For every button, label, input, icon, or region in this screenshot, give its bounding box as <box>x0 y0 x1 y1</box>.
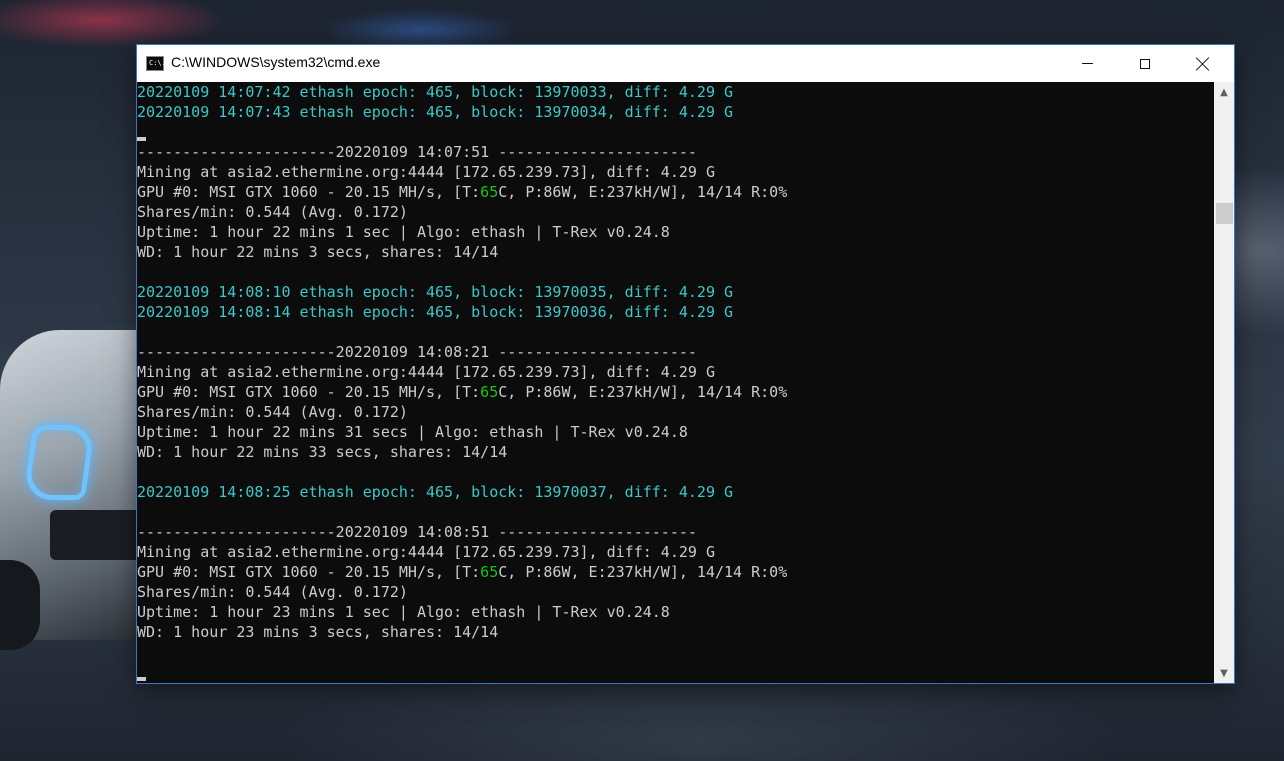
gpu-temperature: 65 <box>480 383 499 401</box>
scroll-up-icon[interactable]: ▲ <box>1214 82 1234 102</box>
gpu-status-prefix: GPU #0: MSI GTX 1060 - 20.15 MH/s, [T: <box>137 563 481 581</box>
job-line: 20220109 14:08:10 ethash epoch: 465, blo… <box>137 283 734 301</box>
scroll-thumb[interactable] <box>1216 203 1233 224</box>
cmd-icon: C:\. <box>146 56 166 71</box>
watchdog-line: WD: 1 hour 22 mins 33 secs, shares: 14/1… <box>137 443 508 461</box>
report-separator: ----------------------20220109 14:08:21 … <box>137 343 697 361</box>
console-output[interactable]: 20220109 14:07:42 ethash epoch: 465, blo… <box>137 82 1214 683</box>
report-separator: ----------------------20220109 14:08:51 … <box>137 523 697 541</box>
report-separator: ----------------------20220109 14:07:51 … <box>137 143 697 161</box>
wallpaper-car-headlight <box>22 425 96 500</box>
shares-line: Shares/min: 0.544 (Avg. 0.172) <box>137 403 408 421</box>
minimize-icon <box>1081 63 1093 64</box>
gpu-status-suffix: C, P:86W, E:237kH/W], 14/14 R:0% <box>498 383 788 401</box>
window-title: C:\WINDOWS\system32\cmd.exe <box>171 54 381 70</box>
watchdog-line: WD: 1 hour 23 mins 3 secs, shares: 14/14 <box>137 623 499 641</box>
gpu-status-prefix: GPU #0: MSI GTX 1060 - 20.15 MH/s, [T: <box>137 183 481 201</box>
gpu-status-prefix: GPU #0: MSI GTX 1060 - 20.15 MH/s, [T: <box>137 383 481 401</box>
uptime-line: Uptime: 1 hour 22 mins 1 sec | Algo: eth… <box>137 223 670 241</box>
job-line: 20220109 14:08:25 ethash epoch: 465, blo… <box>137 483 734 501</box>
mining-pool-line: Mining at asia2.ethermine.org:4444 [172.… <box>137 363 715 381</box>
maximize-button[interactable] <box>1116 45 1174 82</box>
gpu-status-suffix: C, P:86W, E:237kH/W], 14/14 R:0% <box>498 183 788 201</box>
wallpaper-car-wheel <box>0 560 40 650</box>
mining-pool-line: Mining at asia2.ethermine.org:4444 [172.… <box>137 163 715 181</box>
close-button[interactable] <box>1174 45 1232 82</box>
job-line: 20220109 14:08:14 ethash epoch: 465, blo… <box>137 303 734 321</box>
maximize-icon <box>1140 58 1150 69</box>
gpu-status-suffix: C, P:86W, E:237kH/W], 14/14 R:0% <box>498 563 788 581</box>
title-bar[interactable]: C:\. C:\WINDOWS\system32\cmd.exe <box>137 45 1234 82</box>
gpu-status-line: GPU #0: MSI GTX 1060 - 20.15 MH/s, [T:65… <box>137 562 787 582</box>
gpu-status-line: GPU #0: MSI GTX 1060 - 20.15 MH/s, [T:65… <box>137 182 787 202</box>
gpu-temperature: 65 <box>480 183 499 201</box>
gpu-status-line: GPU #0: MSI GTX 1060 - 20.15 MH/s, [T:65… <box>137 382 787 402</box>
text-cursor <box>137 677 146 681</box>
scroll-down-icon[interactable]: ▼ <box>1214 663 1234 683</box>
gpu-temperature: 65 <box>480 563 499 581</box>
cmd-window: C:\. C:\WINDOWS\system32\cmd.exe 2022010… <box>137 45 1234 683</box>
shares-line: Shares/min: 0.544 (Avg. 0.172) <box>137 583 408 601</box>
close-icon <box>1196 57 1210 71</box>
job-line: 20220109 14:07:42 ethash epoch: 465, blo… <box>137 83 734 101</box>
job-line: 20220109 14:07:43 ethash epoch: 465, blo… <box>137 103 734 121</box>
watchdog-line: WD: 1 hour 22 mins 3 secs, shares: 14/14 <box>137 243 499 261</box>
vertical-scrollbar[interactable]: ▲ ▼ <box>1214 82 1234 683</box>
text-cursor <box>137 137 146 141</box>
wallpaper-car-grille <box>50 510 137 560</box>
minimize-button[interactable] <box>1058 45 1116 82</box>
uptime-line: Uptime: 1 hour 22 mins 31 secs | Algo: e… <box>137 423 688 441</box>
shares-line: Shares/min: 0.544 (Avg. 0.172) <box>137 203 408 221</box>
mining-pool-line: Mining at asia2.ethermine.org:4444 [172.… <box>137 543 715 561</box>
uptime-line: Uptime: 1 hour 23 mins 1 sec | Algo: eth… <box>137 603 670 621</box>
